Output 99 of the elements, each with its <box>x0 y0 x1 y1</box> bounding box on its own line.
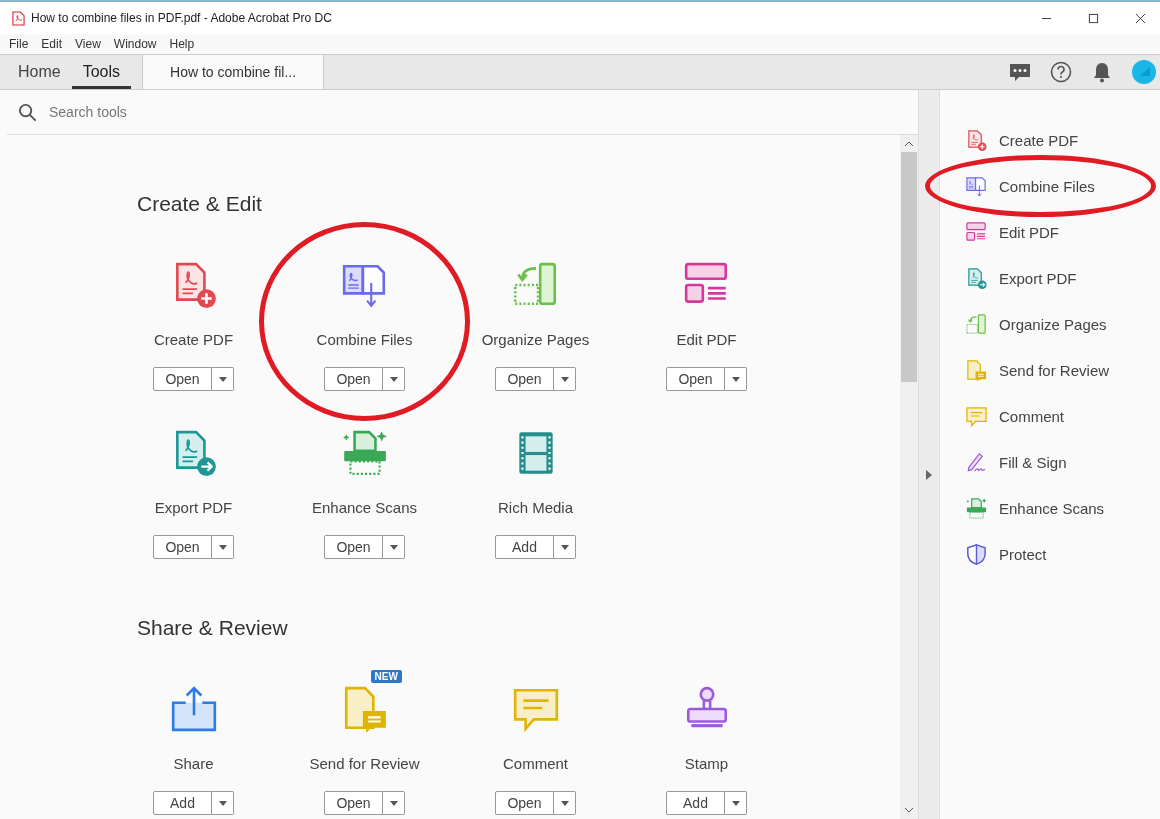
dropdown-button[interactable] <box>383 791 405 815</box>
sidebar-item[interactable]: Export PDF <box>940 255 1160 301</box>
scanner-sparkle-icon <box>965 496 988 520</box>
sidebar-item[interactable]: Protect <box>940 531 1160 577</box>
document-plus-icon <box>965 128 988 152</box>
pen-signature-icon <box>965 450 988 474</box>
sidebar-label[interactable]: Organize Pages <box>999 315 1107 333</box>
tool-button[interactable]: Open <box>495 367 554 391</box>
sidebar-label[interactable]: Fill & Sign <box>999 453 1067 471</box>
layout-blocks-icon <box>965 220 988 244</box>
sidebar-item[interactable]: Fill & Sign <box>940 439 1160 485</box>
tab[interactable]: Home <box>7 58 72 89</box>
document-bubble-icon <box>965 358 988 382</box>
close-icon[interactable] <box>1135 12 1146 24</box>
sidebar-item[interactable]: Organize Pages <box>940 301 1160 347</box>
chat-bubble-icon[interactable] <box>1009 61 1031 83</box>
tool-name[interactable]: Share <box>173 754 214 774</box>
tool-name[interactable]: Export PDF <box>154 498 233 518</box>
tool-button[interactable]: Open <box>324 791 383 815</box>
tool-button[interactable]: Add <box>495 535 554 559</box>
dropdown-button[interactable] <box>212 791 234 815</box>
tool-button[interactable]: Add <box>153 791 212 815</box>
tool-name[interactable]: Rich Media <box>498 498 573 518</box>
new-badge: NEW <box>370 670 402 683</box>
tool-button[interactable]: Open <box>324 535 383 559</box>
caret-icon <box>731 376 740 382</box>
sidebar-label[interactable]: Combine Files <box>999 177 1095 195</box>
dropdown-button[interactable] <box>554 791 576 815</box>
menu-item[interactable]: Help <box>169 37 195 51</box>
speech-bubble-icon <box>965 404 988 428</box>
help-icon[interactable] <box>1050 61 1072 83</box>
dropdown-button[interactable] <box>383 535 405 559</box>
sidebar-item[interactable]: Send for Review <box>940 347 1160 393</box>
tool-button[interactable]: Open <box>666 367 725 391</box>
tool-button[interactable]: Open <box>153 367 212 391</box>
shield-icon <box>965 542 988 566</box>
document-arrow-icon <box>965 266 988 290</box>
sidebar-item[interactable]: Edit PDF <box>940 209 1160 255</box>
maximize-icon[interactable] <box>1088 12 1099 24</box>
sidebar-item[interactable]: Comment <box>940 393 1160 439</box>
caret-up-icon[interactable] <box>905 141 913 146</box>
menu-item[interactable]: View <box>75 37 101 51</box>
tool-name[interactable]: Enhance Scans <box>311 498 418 518</box>
search-icon <box>18 102 37 122</box>
tool-name[interactable]: Comment <box>503 754 568 774</box>
sidebar-item[interactable]: Combine Files <box>940 163 1160 209</box>
tool-button[interactable]: Open <box>495 791 554 815</box>
caret-icon <box>389 376 398 382</box>
dropdown-button[interactable] <box>554 535 576 559</box>
caret-icon <box>389 544 398 550</box>
tool-button[interactable]: Add <box>666 791 725 815</box>
section-heading: Share & Review <box>137 615 289 641</box>
dropdown-button[interactable] <box>212 535 234 559</box>
caret-icon <box>218 544 227 550</box>
pages-arrow-icon <box>965 312 988 336</box>
dropdown-button[interactable] <box>725 791 747 815</box>
documents-merge-icon <box>965 174 988 198</box>
search-field[interactable]: Search tools <box>47 103 351 121</box>
scrollbar-thumb[interactable] <box>901 152 917 382</box>
tool-name[interactable]: Create PDF <box>153 330 234 350</box>
sidebar-label[interactable]: Enhance Scans <box>999 499 1105 517</box>
tool-name[interactable]: Edit PDF <box>676 330 737 350</box>
sidebar-label[interactable]: Create PDF <box>999 131 1079 149</box>
tool-name[interactable]: Send for Review <box>309 754 420 774</box>
menu-item[interactable]: Window <box>113 37 157 51</box>
sidebar-label[interactable]: Send for Review <box>999 361 1110 379</box>
sidebar-label[interactable]: Protect <box>999 545 1047 563</box>
tool-name[interactable]: Stamp <box>684 754 729 774</box>
tool-button[interactable]: Open <box>324 367 383 391</box>
tool-button[interactable]: Open <box>153 535 212 559</box>
tab[interactable]: Tools <box>71 58 132 89</box>
sidebar-label[interactable]: Export PDF <box>999 269 1077 287</box>
caret-icon <box>560 376 569 382</box>
tool-name[interactable]: Combine Files <box>316 330 413 350</box>
bell-icon[interactable] <box>1091 61 1113 83</box>
dropdown-button[interactable] <box>212 367 234 391</box>
caret-down-icon[interactable] <box>905 808 913 813</box>
menu-item[interactable]: File <box>9 37 29 51</box>
dropdown-button[interactable] <box>725 367 747 391</box>
caret-icon <box>560 544 569 550</box>
sidebar-label[interactable]: Edit PDF <box>999 223 1059 241</box>
sidebar-item[interactable]: Create PDF <box>940 117 1160 163</box>
menu-item[interactable]: Edit <box>41 37 63 51</box>
sidebar-item[interactable]: Enhance Scans <box>940 485 1160 531</box>
pdf-file-icon <box>12 10 25 26</box>
sidebar-label[interactable]: Comment <box>999 407 1065 425</box>
document-tab[interactable]: How to combine fil... <box>142 55 325 89</box>
expand-arrow-icon[interactable] <box>926 469 932 480</box>
caret-icon <box>389 800 398 806</box>
window-title: How to combine files in PDF.pdf - Adobe Acrobat Pro DC <box>31 11 332 25</box>
section-heading: Create & Edit <box>137 191 263 217</box>
caret-icon <box>731 800 740 806</box>
dropdown-button[interactable] <box>554 367 576 391</box>
caret-icon <box>218 376 227 382</box>
avatar-icon[interactable] <box>1132 60 1156 84</box>
caret-icon <box>560 800 569 806</box>
tool-name[interactable]: Organize Pages <box>481 330 590 350</box>
caret-icon <box>218 800 227 806</box>
dropdown-button[interactable] <box>383 367 405 391</box>
